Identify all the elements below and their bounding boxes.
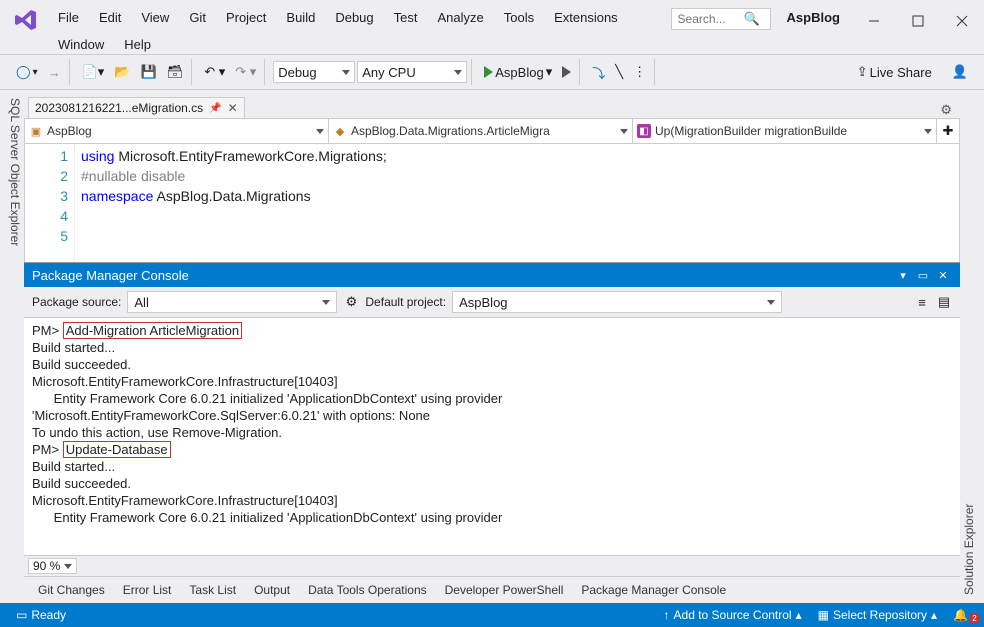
select-repo[interactable]: ▦ Select Repository ▴ [810, 608, 945, 622]
menu-extensions[interactable]: Extensions [546, 6, 626, 29]
project-icon: ▣ [29, 124, 43, 138]
pin-icon[interactable]: 📌 [209, 103, 221, 114]
package-manager-console: Package Manager Console ▾ ▭ ✕ Package so… [24, 262, 960, 576]
add-source-control[interactable]: ↑ Add to Source Control ▴ [656, 608, 810, 622]
live-share-button[interactable]: ⇪ Live Share [853, 62, 936, 82]
play-outline-icon [562, 66, 571, 78]
pmc-zoom: 90 % [24, 555, 960, 576]
minimize-button[interactable] [856, 8, 892, 34]
code-editor[interactable]: 12345 using Microsoft.EntityFrameworkCor… [24, 144, 960, 262]
config-select[interactable]: Debug [273, 61, 355, 83]
toolbar-misc-icon[interactable]: ╲ [611, 62, 627, 82]
notifications-icon[interactable]: 🔔2 [945, 608, 976, 622]
vs-logo-icon [12, 6, 40, 34]
nav-back-button[interactable]: ◯ ▾ [12, 62, 42, 82]
save-all-icon[interactable]: 🗃 [163, 62, 188, 82]
pmc-pin-icon[interactable]: ▭ [914, 267, 932, 283]
redo-button[interactable]: ↷ ▾ [231, 62, 260, 82]
nav-project[interactable]: ▣AspBlog [25, 119, 329, 143]
bottom-tab-data-tools-operations[interactable]: Data Tools Operations [300, 580, 435, 600]
menu-file[interactable]: File [50, 6, 87, 29]
code-nav-bar: ▣AspBlog ◆AspBlog.Data.Migrations.Articl… [24, 118, 960, 144]
menu-tools[interactable]: Tools [496, 6, 542, 29]
split-icon[interactable]: ✚ [937, 119, 959, 143]
pmc-src-select[interactable]: All [127, 291, 337, 313]
bottom-tab-developer-powershell[interactable]: Developer PowerShell [437, 580, 572, 600]
bottom-tab-error-list[interactable]: Error List [115, 580, 180, 600]
main-menu: FileEditViewGitProjectBuildDebugTestAnal… [50, 2, 671, 56]
document-tabstrip: 2023081216221...eMigration.cs 📌 ✕ ⚙ [24, 90, 960, 118]
play-icon [484, 66, 493, 78]
clear-icon[interactable]: ≡ [914, 294, 930, 310]
undo-button[interactable]: ↶ ▾ [200, 62, 229, 82]
menu-view[interactable]: View [133, 6, 177, 29]
pmc-titlebar[interactable]: Package Manager Console ▾ ▭ ✕ [24, 263, 960, 287]
code-content[interactable]: using Microsoft.EntityFrameworkCore.Migr… [75, 144, 387, 262]
menu-analyze[interactable]: Analyze [429, 6, 491, 29]
search-box[interactable]: 🔍 [671, 8, 771, 30]
close-button[interactable] [944, 8, 980, 34]
share-icon: ⇪ [857, 64, 868, 80]
maximize-button[interactable] [900, 8, 936, 34]
menu-edit[interactable]: Edit [91, 6, 129, 29]
menu-help[interactable]: Help [116, 33, 159, 56]
status-ready: ▭ Ready [8, 608, 74, 622]
pmc-src-label: Package source: [32, 295, 121, 309]
menu-build[interactable]: Build [278, 6, 323, 29]
pmc-dropdown-icon[interactable]: ▾ [894, 267, 912, 283]
gear-icon[interactable]: ⚙ [343, 294, 359, 310]
menu-git[interactable]: Git [181, 6, 214, 29]
platform-select[interactable]: Any CPU [357, 61, 467, 83]
run-nodebug-button[interactable] [558, 64, 575, 80]
pmc-close-icon[interactable]: ✕ [934, 267, 952, 283]
menu-window[interactable]: Window [50, 33, 112, 56]
account-icon[interactable]: 👤 [948, 62, 972, 82]
step-icon[interactable]: ⤵ [588, 61, 609, 84]
save-icon[interactable]: 💾 [137, 62, 161, 82]
right-side-tab[interactable]: Solution Explorer [960, 90, 984, 603]
line-numbers: 12345 [45, 144, 75, 262]
bottom-tab-git-changes[interactable]: Git Changes [30, 580, 113, 600]
bottom-tab-output[interactable]: Output [246, 580, 298, 600]
left-side-tab[interactable]: SQL Server Object Explorer [0, 90, 24, 603]
bottom-tab-package-manager-console[interactable]: Package Manager Console [573, 580, 734, 600]
pmc-output[interactable]: PM> Add-Migration ArticleMigrationBuild … [24, 318, 960, 555]
status-bar: ▭ Ready ↑ Add to Source Control ▴ ▦ Sele… [0, 603, 984, 627]
pmc-proj-label: Default project: [365, 295, 446, 309]
doc-tab[interactable]: 2023081216221...eMigration.cs 📌 ✕ [28, 97, 245, 118]
nav-method[interactable]: ◧Up(MigrationBuilder migrationBuilde [633, 119, 937, 143]
menu-debug[interactable]: Debug [327, 6, 381, 29]
tab-close-icon[interactable]: ✕ [228, 101, 238, 115]
run-button[interactable]: AspBlog ▾ [480, 62, 556, 82]
menu-test[interactable]: Test [386, 6, 426, 29]
method-icon: ◧ [637, 124, 651, 138]
solution-name: AspBlog [779, 8, 848, 27]
pmc-toolbar: Package source: All ⚙ Default project: A… [24, 287, 960, 318]
open-icon[interactable]: 📂 [110, 62, 134, 82]
nav-class[interactable]: ◆AspBlog.Data.Migrations.ArticleMigra [329, 119, 633, 143]
menu-project[interactable]: Project [218, 6, 274, 29]
class-icon: ◆ [333, 124, 347, 138]
tab-options-icon[interactable]: ⚙ [932, 102, 960, 118]
toolbar-dots-icon[interactable]: ⋮ [629, 62, 650, 82]
pmc-title-text: Package Manager Console [32, 268, 894, 283]
pmc-proj-select[interactable]: AspBlog [452, 291, 782, 313]
bottom-tab-task-list[interactable]: Task List [181, 580, 244, 600]
search-icon: 🔍 [744, 11, 760, 27]
zoom-select[interactable]: 90 % [28, 558, 77, 574]
pmc-overflow-icon[interactable]: ▤ [936, 294, 952, 310]
doc-tab-name: 2023081216221...eMigration.cs [35, 101, 203, 115]
tool-window-tabs: Git ChangesError ListTask ListOutputData… [24, 576, 960, 603]
title-bar: FileEditViewGitProjectBuildDebugTestAnal… [0, 0, 984, 54]
nav-fwd-button[interactable]: → [44, 63, 65, 82]
search-input[interactable] [678, 12, 738, 26]
standard-toolbar: ◯ ▾ → 📄▾ 📂 💾 🗃 ↶ ▾ ↷ ▾ Debug Any CPU Asp… [0, 54, 984, 90]
new-project-icon[interactable]: 📄▾ [78, 62, 109, 82]
